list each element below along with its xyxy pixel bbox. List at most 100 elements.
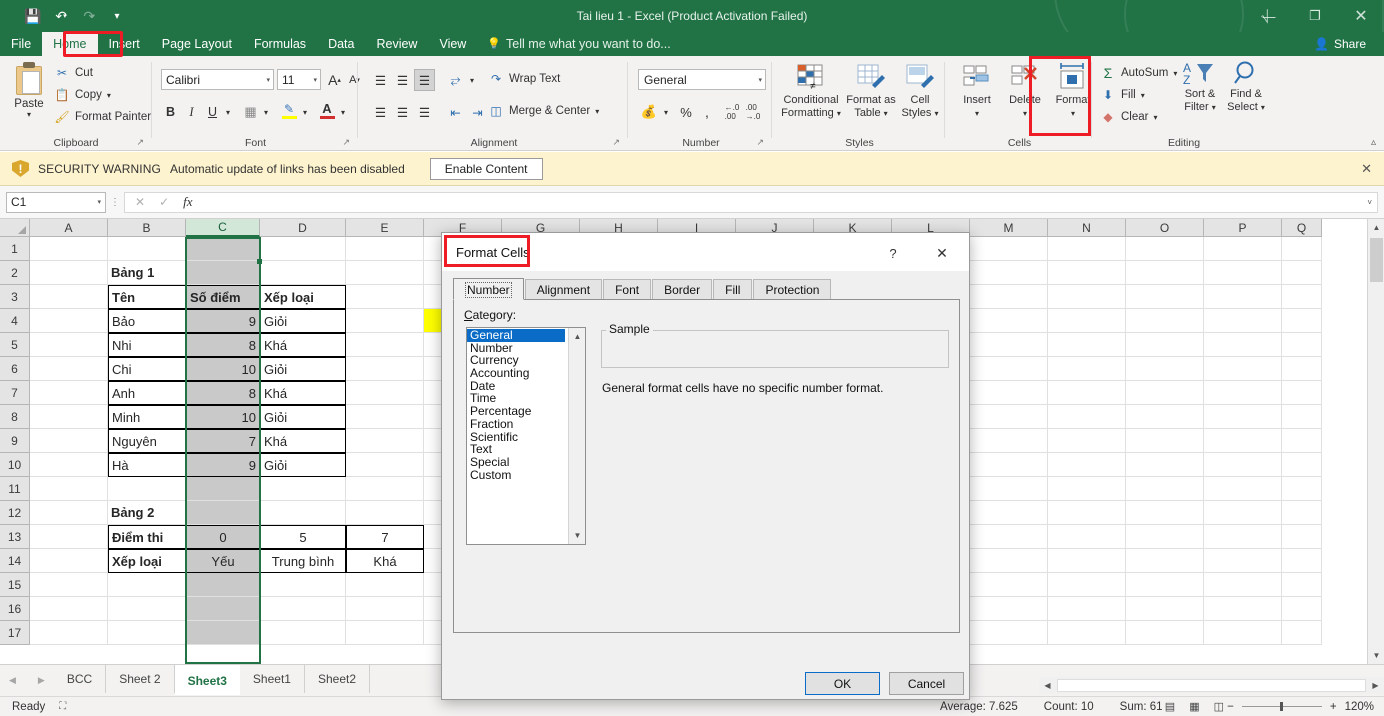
- ribbon-tab-review[interactable]: Review: [365, 32, 428, 56]
- cell-P16[interactable]: [1204, 597, 1282, 621]
- cell-P3[interactable]: [1204, 285, 1282, 309]
- number-format-select[interactable]: General ▾: [638, 69, 766, 90]
- cell-P9[interactable]: [1204, 429, 1282, 453]
- row-header-7[interactable]: 7: [0, 381, 30, 405]
- column-header-B[interactable]: B: [108, 219, 186, 237]
- sort-dropdown-icon[interactable]: ▾: [1212, 103, 1216, 112]
- cell-D10[interactable]: Giỏi: [260, 453, 346, 477]
- row-header-5[interactable]: 5: [0, 333, 30, 357]
- cell-C3[interactable]: Số điểm: [186, 285, 260, 309]
- fill-dropdown-icon[interactable]: ▾: [1141, 91, 1145, 100]
- zoom-out-icon[interactable]: −: [1227, 701, 1234, 713]
- wrap-text-button[interactable]: ↷ Wrap Text: [488, 71, 560, 87]
- cell-N2[interactable]: [1048, 261, 1126, 285]
- dialog-tab-protection[interactable]: Protection: [753, 279, 832, 300]
- format-dropdown-icon[interactable]: ▾: [1071, 109, 1075, 118]
- column-header-P[interactable]: P: [1204, 219, 1282, 237]
- cell-B17[interactable]: [108, 621, 186, 645]
- cell-D5[interactable]: Khá: [260, 333, 346, 357]
- decrease-decimal-button[interactable]: .00 →.0: [743, 101, 763, 123]
- scroll-up-icon[interactable]: ▲: [569, 328, 585, 345]
- sheet-tab-sheet1[interactable]: Sheet1: [240, 665, 305, 693]
- row-header-17[interactable]: 17: [0, 621, 30, 645]
- cell-P7[interactable]: [1204, 381, 1282, 405]
- row-header-4[interactable]: 4: [0, 309, 30, 333]
- horizontal-scroll-track[interactable]: [1057, 679, 1366, 692]
- cell-Q12[interactable]: [1282, 501, 1322, 525]
- cell-B4[interactable]: Bảo: [108, 309, 186, 333]
- cell-E16[interactable]: [346, 597, 424, 621]
- cell-N7[interactable]: [1048, 381, 1126, 405]
- ribbon-tab-page-layout[interactable]: Page Layout: [151, 32, 243, 56]
- cell-E15[interactable]: [346, 573, 424, 597]
- align-middle-button[interactable]: ☰: [392, 69, 413, 91]
- cell-O3[interactable]: [1126, 285, 1204, 309]
- cell-C4[interactable]: 9: [186, 309, 260, 333]
- cell-M8[interactable]: [970, 405, 1048, 429]
- cell-O12[interactable]: [1126, 501, 1204, 525]
- cell-B12[interactable]: Bảng 2: [108, 501, 186, 525]
- cell-O5[interactable]: [1126, 333, 1204, 357]
- cell-N3[interactable]: [1048, 285, 1126, 309]
- cell-A11[interactable]: [30, 477, 108, 501]
- cell-M10[interactable]: [970, 453, 1048, 477]
- cell-D16[interactable]: [260, 597, 346, 621]
- cell-D2[interactable]: [260, 261, 346, 285]
- expand-formula-bar-icon[interactable]: ˅: [1367, 198, 1372, 207]
- sheet-tab-bcc[interactable]: BCC: [54, 665, 107, 693]
- cell-styles-button[interactable]: Cell Styles ▾: [896, 60, 944, 120]
- cell-B15[interactable]: [108, 573, 186, 597]
- column-header-A[interactable]: A: [30, 219, 108, 237]
- cell-B2[interactable]: Bảng 1: [108, 261, 186, 285]
- column-header-E[interactable]: E: [346, 219, 424, 237]
- cell-P8[interactable]: [1204, 405, 1282, 429]
- cell-M15[interactable]: [970, 573, 1048, 597]
- cell-Q3[interactable]: [1282, 285, 1322, 309]
- fill-button[interactable]: ⬇ Fill ▾: [1100, 87, 1145, 103]
- cell-Q16[interactable]: [1282, 597, 1322, 621]
- cancel-button[interactable]: Cancel: [889, 672, 964, 695]
- cell-N12[interactable]: [1048, 501, 1126, 525]
- find-dropdown-icon[interactable]: ▾: [1261, 103, 1265, 112]
- cell-B13[interactable]: Điểm thi: [108, 525, 186, 549]
- clear-dropdown-icon[interactable]: ▾: [1153, 113, 1157, 122]
- cell-D15[interactable]: [260, 573, 346, 597]
- percent-style-button[interactable]: %: [676, 101, 696, 123]
- underline-button[interactable]: U: [203, 101, 222, 123]
- cell-Q4[interactable]: [1282, 309, 1322, 333]
- cell-D12[interactable]: [260, 501, 346, 525]
- cell-M12[interactable]: [970, 501, 1048, 525]
- cell-A10[interactable]: [30, 453, 108, 477]
- cell-D11[interactable]: [260, 477, 346, 501]
- cell-A1[interactable]: [30, 237, 108, 261]
- cell-P15[interactable]: [1204, 573, 1282, 597]
- chevron-down-icon[interactable]: ▾: [266, 76, 270, 84]
- cell-A3[interactable]: [30, 285, 108, 309]
- cell-D8[interactable]: Giỏi: [260, 405, 346, 429]
- category-list-scrollbar[interactable]: ▲ ▼: [568, 328, 585, 544]
- format-as-table-button[interactable]: Format as Table ▾: [845, 60, 897, 120]
- cell-N5[interactable]: [1048, 333, 1126, 357]
- cell-E3[interactable]: [346, 285, 424, 309]
- chevron-down-icon[interactable]: ▾: [313, 76, 317, 84]
- cell-N15[interactable]: [1048, 573, 1126, 597]
- cell-Q14[interactable]: [1282, 549, 1322, 573]
- page-layout-view-icon[interactable]: ▦: [1189, 700, 1199, 713]
- cell-C12[interactable]: [186, 501, 260, 525]
- cell-C16[interactable]: [186, 597, 260, 621]
- previous-sheet-icon[interactable]: ◀: [9, 675, 16, 686]
- close-button[interactable]: ✕: [1338, 0, 1384, 32]
- cell-Q1[interactable]: [1282, 237, 1322, 261]
- cell-Q13[interactable]: [1282, 525, 1322, 549]
- align-left-button[interactable]: ☰: [370, 101, 391, 123]
- row-header-8[interactable]: 8: [0, 405, 30, 429]
- accounting-format-button[interactable]: 💰: [638, 101, 660, 123]
- cell-B1[interactable]: [108, 237, 186, 261]
- page-break-view-icon[interactable]: ◫: [1214, 700, 1224, 713]
- ribbon-tab-data[interactable]: Data: [317, 32, 365, 56]
- row-header-9[interactable]: 9: [0, 429, 30, 453]
- cell-N16[interactable]: [1048, 597, 1126, 621]
- delete-cells-button[interactable]: Delete ▾: [1001, 60, 1049, 120]
- dialog-tab-number[interactable]: Number: [453, 278, 524, 300]
- cell-O4[interactable]: [1126, 309, 1204, 333]
